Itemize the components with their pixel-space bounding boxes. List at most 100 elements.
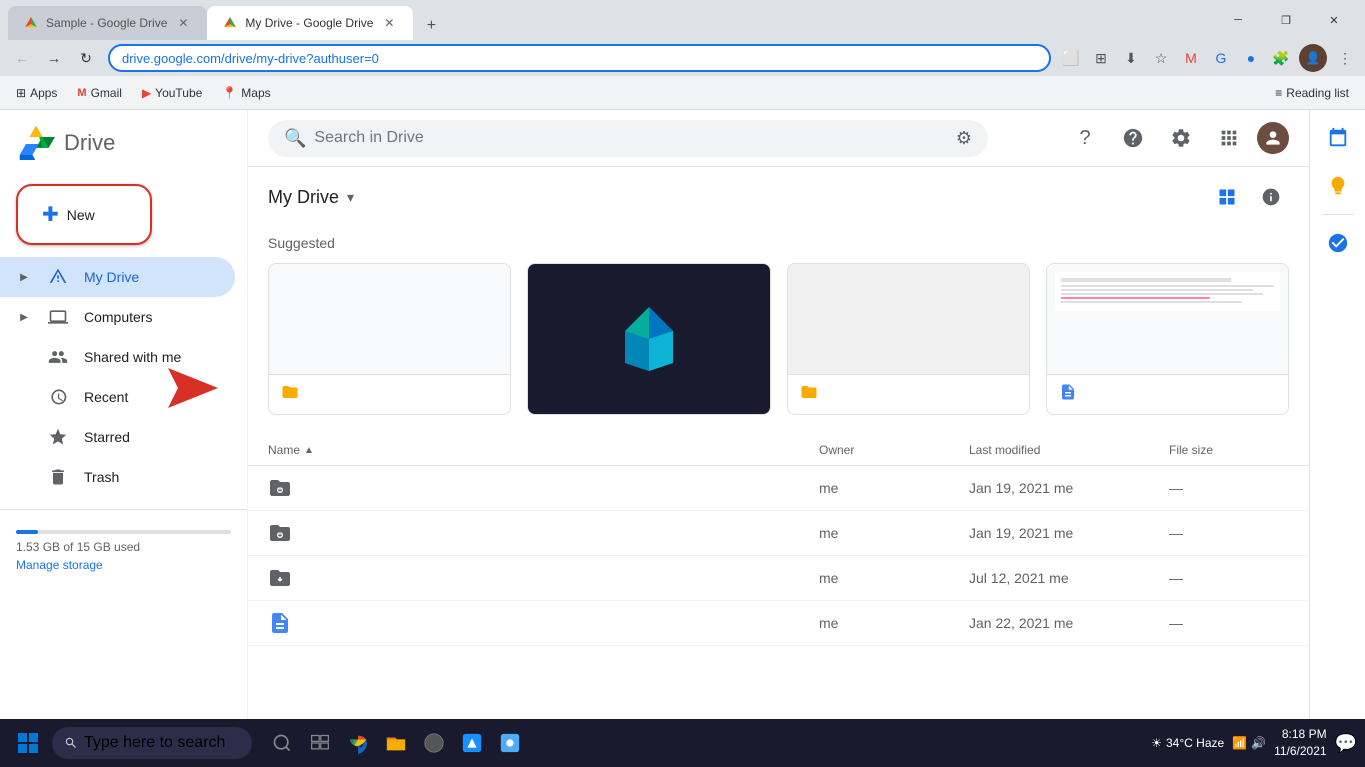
bookmark-gmail[interactable]: M Gmail	[69, 82, 130, 104]
sidebar-item-trash[interactable]: Trash	[0, 457, 235, 497]
search-box[interactable]: 🔍 ⚙	[268, 120, 988, 157]
my-drive-icon	[48, 267, 68, 287]
col-header-modified[interactable]: Last modified	[969, 443, 1169, 457]
chrome-menu-icon[interactable]: ⋮	[1333, 46, 1357, 70]
col-header-name[interactable]: Name ▲	[268, 443, 819, 457]
suggested-label: Suggested	[248, 227, 1309, 263]
maximize-button[interactable]: ❐	[1263, 4, 1309, 36]
recent-spacer	[16, 389, 32, 405]
help-feedback-icon[interactable]: ?	[1065, 118, 1105, 158]
password-icon[interactable]: ●	[1239, 46, 1263, 70]
files-table: Name ▲ Owner Last modified File size	[248, 435, 1309, 646]
tab-search-icon[interactable]: ⊞	[1089, 46, 1113, 70]
forward-button[interactable]: →	[40, 44, 68, 72]
close-button[interactable]: ✕	[1311, 4, 1357, 36]
file-card-1[interactable]	[268, 263, 511, 415]
back-button[interactable]: ←	[8, 44, 36, 72]
taskbar-chrome-app[interactable]	[340, 725, 376, 761]
col-header-size[interactable]: File size	[1169, 443, 1289, 457]
trash-label: Trash	[84, 469, 119, 485]
bookmark-maps[interactable]: 📍 Maps	[214, 82, 278, 104]
address-bar[interactable]: drive.google.com/drive/my-drive?authuser…	[108, 44, 1051, 72]
gmail-icon[interactable]: M	[1179, 46, 1203, 70]
toolbar-right-icons: ⬜ ⊞ ⬇ ☆ M G ● 🧩 👤 ⋮	[1059, 44, 1357, 72]
my-drive-dropdown-icon[interactable]: ▾	[347, 189, 354, 206]
translate-icon[interactable]: G	[1209, 46, 1233, 70]
keep-panel-button[interactable]	[1318, 166, 1358, 206]
search-input[interactable]	[314, 129, 947, 147]
file-card-2[interactable]: Sample You edited today	[527, 263, 770, 415]
my-drive-title-text: My Drive	[268, 187, 339, 208]
network-icon[interactable]: 📶	[1232, 736, 1247, 750]
sidebar-item-starred[interactable]: Starred	[0, 417, 235, 457]
user-avatar[interactable]	[1257, 122, 1289, 154]
sidebar-item-my-drive[interactable]: ▶ My Drive	[0, 257, 235, 297]
taskbar-search-app[interactable]	[264, 725, 300, 761]
file-card-4[interactable]	[1046, 263, 1289, 415]
bookmark-apps[interactable]: ⊞ Apps	[8, 82, 65, 104]
new-button[interactable]: ✚ New	[16, 184, 152, 245]
taskbar-taskview-app[interactable]	[302, 725, 338, 761]
refresh-button[interactable]: ↻	[72, 44, 100, 72]
file-card-3[interactable]	[787, 263, 1030, 415]
storage-usage-text: 1.53 GB of 15 GB used	[16, 540, 231, 554]
search-filter-icon[interactable]: ⚙	[956, 128, 972, 149]
taskbar-app-7[interactable]	[492, 725, 528, 761]
grid-view-button[interactable]	[1209, 179, 1245, 215]
bookmark-youtube-label: YouTube	[155, 86, 202, 100]
download-icon[interactable]: ⬇	[1119, 46, 1143, 70]
table-row[interactable]: me Jan 19, 2021 me —	[248, 511, 1309, 556]
col-size-text: File size	[1169, 443, 1213, 457]
taskbar-explorer-app[interactable]	[378, 725, 414, 761]
file-card-2-preview	[528, 264, 769, 414]
new-plus-icon: ✚	[42, 202, 59, 227]
new-tab-button[interactable]: +	[417, 12, 445, 40]
notification-button[interactable]: 💬	[1335, 733, 1357, 754]
table-row[interactable]: me Jan 22, 2021 me —	[248, 601, 1309, 646]
info-button[interactable]	[1253, 179, 1289, 215]
table-row[interactable]: me Jan 19, 2021 me —	[248, 466, 1309, 511]
calendar-panel-button[interactable]	[1318, 118, 1358, 158]
bookmark-icon[interactable]: ☆	[1149, 46, 1173, 70]
taskbar-app-6[interactable]	[454, 725, 490, 761]
storage-bar-background	[16, 530, 231, 534]
extensions-icon[interactable]: 🧩	[1269, 46, 1293, 70]
bookmarks-bar: ⊞ Apps M Gmail ▶ YouTube 📍 Maps ≡ Readin…	[0, 76, 1365, 110]
cast-icon[interactable]: ⬜	[1059, 46, 1083, 70]
file-size-3: —	[1169, 570, 1289, 586]
file-owner-3: me	[819, 570, 969, 586]
tab-1[interactable]: Sample - Google Drive ✕	[8, 6, 207, 40]
tab-1-close[interactable]: ✕	[175, 15, 191, 31]
tab-2-close[interactable]: ✕	[381, 15, 397, 31]
tab-bar: Sample - Google Drive ✕ My Drive - Googl…	[0, 0, 1365, 40]
dart-logo-svg	[609, 299, 689, 379]
app-container: Drive ✚ New ▶ My Drive	[0, 110, 1365, 767]
reading-list-button[interactable]: ≡ Reading list	[1267, 82, 1357, 104]
taskbar-app-5[interactable]	[416, 725, 452, 761]
taskbar-clock[interactable]: 8:18 PM 11/6/2021	[1274, 726, 1327, 760]
maps-icon: 📍	[222, 86, 237, 100]
apps-grid-icon[interactable]	[1209, 118, 1249, 158]
settings-icon[interactable]	[1161, 118, 1201, 158]
starred-spacer	[16, 429, 32, 445]
col-header-owner[interactable]: Owner	[819, 443, 969, 457]
doc-icon	[268, 611, 292, 635]
table-row[interactable]: me Jul 12, 2021 me —	[248, 556, 1309, 601]
start-button[interactable]	[8, 723, 48, 763]
help-icon[interactable]	[1113, 118, 1153, 158]
drive-logo[interactable]: Drive	[0, 118, 247, 176]
bookmark-youtube[interactable]: ▶ YouTube	[134, 82, 210, 104]
profile-avatar[interactable]: 👤	[1299, 44, 1327, 72]
expand-icon: ▶	[16, 269, 32, 285]
volume-icon[interactable]: 🔊	[1251, 736, 1266, 750]
sidebar-item-computers[interactable]: ▶ Computers	[0, 297, 235, 337]
manage-storage-link[interactable]: Manage storage	[16, 558, 231, 572]
starred-label: Starred	[84, 429, 130, 445]
tab-2[interactable]: My Drive - Google Drive ✕	[207, 6, 413, 40]
tab-1-favicon	[24, 16, 38, 30]
minimize-button[interactable]: ─	[1215, 4, 1261, 36]
my-drive-label: My Drive	[84, 269, 139, 285]
taskbar-weather[interactable]: ☀ 34°C Haze	[1151, 736, 1224, 750]
taskbar-search-box[interactable]: Type here to search	[52, 727, 252, 759]
tasks-panel-button[interactable]	[1318, 223, 1358, 263]
